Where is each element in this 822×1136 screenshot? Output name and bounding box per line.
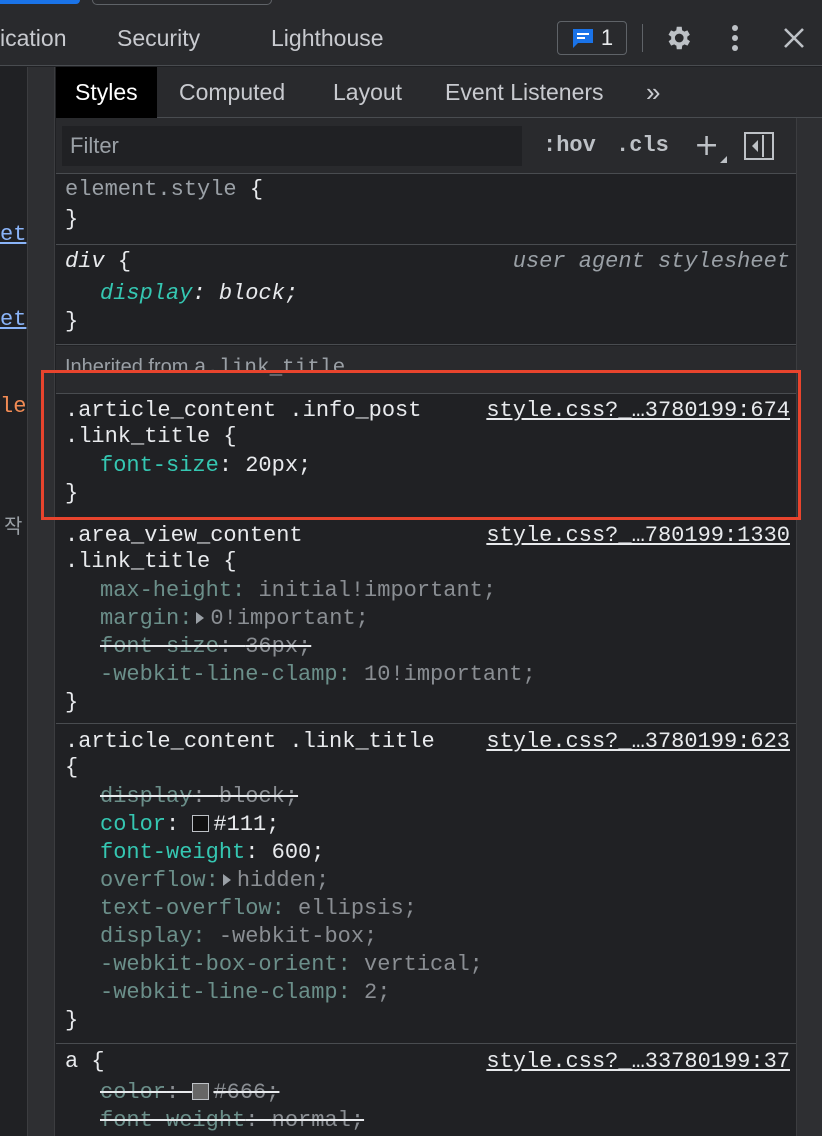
expand-triangle-icon[interactable] bbox=[196, 612, 205, 624]
new-style-rule-button[interactable]: + bbox=[694, 126, 719, 166]
rule-selector-cont[interactable]: .link_title { bbox=[65, 423, 237, 451]
css-property[interactable]: margin: 0!important; bbox=[100, 605, 369, 633]
elements-panel-fragment: et et le 작 bbox=[0, 67, 27, 1136]
sidebar-tabbar: Styles Computed Layout Event Listeners » bbox=[56, 67, 822, 118]
inherited-from-header: Inherited from a.link_title bbox=[56, 346, 796, 394]
text-fragment: 작 bbox=[4, 514, 23, 538]
inactive-tab[interactable] bbox=[92, 0, 272, 5]
css-property[interactable]: -webkit-line-clamp: 10!important; bbox=[100, 661, 536, 689]
more-tabs-chevron-icon[interactable]: » bbox=[646, 67, 660, 118]
chat-bubble-icon bbox=[571, 27, 595, 49]
more-options-icon[interactable] bbox=[720, 22, 750, 54]
rule-source-link[interactable]: style.css?_…3780199:674 bbox=[486, 397, 790, 425]
rule-selector[interactable]: .area_view_content bbox=[65, 522, 303, 550]
stylesheet-link-fragment[interactable]: et bbox=[0, 222, 26, 247]
rule-selector[interactable]: element.style bbox=[65, 177, 237, 202]
rule-source-link[interactable]: style.css?_…780199:1330 bbox=[486, 522, 790, 550]
css-property-overridden[interactable]: font-size: 36px; bbox=[100, 633, 311, 661]
css-property[interactable]: display: -webkit-box; bbox=[100, 923, 377, 951]
toggle-sidebar-icon[interactable] bbox=[744, 132, 774, 160]
rule-area-view-content: .area_view_content style.css?_…780199:13… bbox=[56, 519, 796, 724]
tab-layout[interactable]: Layout bbox=[333, 67, 402, 118]
panel-split-scrollbar[interactable] bbox=[27, 67, 55, 1136]
rule-selector-cont[interactable]: .link_title { bbox=[65, 548, 237, 576]
rule-close-brace: } bbox=[65, 309, 79, 334]
rule-open-brace: { bbox=[117, 249, 132, 274]
css-property-overridden[interactable]: color: #666; bbox=[100, 1079, 279, 1107]
rule-menu-corner-icon bbox=[720, 156, 727, 163]
color-swatch[interactable] bbox=[192, 1083, 210, 1100]
css-property-overridden[interactable]: font-weight: normal; bbox=[100, 1107, 364, 1135]
attribute-fragment: le bbox=[0, 394, 27, 419]
rule-open-brace: { bbox=[65, 755, 79, 780]
stylesheet-link-fragment[interactable]: et bbox=[0, 307, 26, 332]
rule-source-link[interactable]: style.css?_…33780199:37 bbox=[486, 1048, 790, 1076]
rule-open-brace: { bbox=[249, 177, 264, 202]
rule-anchor: a { style.css?_…33780199:37 color: #666;… bbox=[56, 1045, 796, 1136]
toolbar-divider bbox=[642, 24, 643, 52]
active-tab-indicator bbox=[0, 0, 80, 4]
css-property[interactable]: overflow: hidden; bbox=[100, 867, 329, 895]
styles-scrollbar[interactable] bbox=[796, 118, 822, 1136]
css-property[interactable]: max-height: initial!important; bbox=[100, 577, 496, 605]
toggle-class-button[interactable]: .cls bbox=[616, 126, 669, 166]
rule-selector[interactable]: .article_content .link_title bbox=[65, 728, 435, 756]
tab-lighthouse[interactable]: Lighthouse bbox=[271, 10, 384, 66]
plus-icon: + bbox=[694, 128, 720, 163]
tab-event-listeners[interactable]: Event Listeners bbox=[445, 67, 604, 118]
color-swatch[interactable] bbox=[192, 815, 210, 832]
rule-selector[interactable]: .article_content .info_post bbox=[65, 397, 421, 425]
gear-icon[interactable] bbox=[660, 22, 696, 54]
rule-selector[interactable]: a { bbox=[65, 1048, 105, 1076]
css-property[interactable]: color: #111; bbox=[100, 811, 279, 839]
css-property[interactable]: text-overflow: ellipsis; bbox=[100, 895, 417, 923]
rule-close-brace: } bbox=[65, 207, 79, 232]
rule-div-user-agent: div { user agent stylesheet display: blo… bbox=[56, 246, 796, 345]
rule-close-brace: } bbox=[65, 481, 79, 506]
rule-source-link[interactable]: style.css?_…3780199:623 bbox=[486, 728, 790, 756]
css-property[interactable]: display: block; bbox=[100, 280, 298, 308]
rule-selector: div bbox=[65, 249, 105, 274]
inherited-label: Inherited from bbox=[65, 356, 189, 378]
rule-close-brace: } bbox=[65, 690, 79, 715]
css-property[interactable]: -webkit-line-clamp: 2; bbox=[100, 979, 390, 1007]
toggle-hover-state-button[interactable]: :hov bbox=[543, 126, 596, 166]
rule-element-style: element.style { } bbox=[56, 175, 796, 245]
issues-counter-button[interactable]: 1 bbox=[557, 21, 627, 55]
rule-article-content-link-title: .article_content .link_title style.css?_… bbox=[56, 725, 796, 1044]
inherited-element-link[interactable]: a.link_title bbox=[194, 357, 345, 380]
close-icon[interactable] bbox=[778, 22, 810, 54]
rule-close-brace: } bbox=[65, 1008, 79, 1033]
tab-security[interactable]: Security bbox=[117, 10, 200, 66]
styles-rules-pane: element.style { } div { user agent style… bbox=[56, 175, 796, 1136]
css-property-overridden[interactable]: display: block; bbox=[100, 783, 298, 811]
expand-triangle-icon[interactable] bbox=[222, 874, 231, 886]
issues-count: 1 bbox=[600, 25, 614, 50]
css-property[interactable]: font-weight: 600; bbox=[100, 839, 324, 867]
css-property[interactable]: -webkit-box-orient: vertical; bbox=[100, 951, 483, 979]
styles-filter-bar: :hov .cls + bbox=[56, 118, 796, 174]
rule-article-content-info-post: .article_content .info_post style.css?_…… bbox=[56, 394, 796, 518]
css-property[interactable]: font-size: 20px; bbox=[100, 452, 311, 480]
tab-application[interactable]: ication bbox=[0, 10, 66, 66]
devtools-main-tabbar: ication Security Lighthouse 1 bbox=[0, 10, 822, 66]
tab-computed[interactable]: Computed bbox=[179, 67, 285, 118]
browser-top-strip bbox=[0, 0, 822, 10]
tab-styles[interactable]: Styles bbox=[56, 67, 157, 118]
rule-source: user agent stylesheet bbox=[512, 249, 790, 274]
styles-filter-input[interactable] bbox=[62, 126, 522, 166]
